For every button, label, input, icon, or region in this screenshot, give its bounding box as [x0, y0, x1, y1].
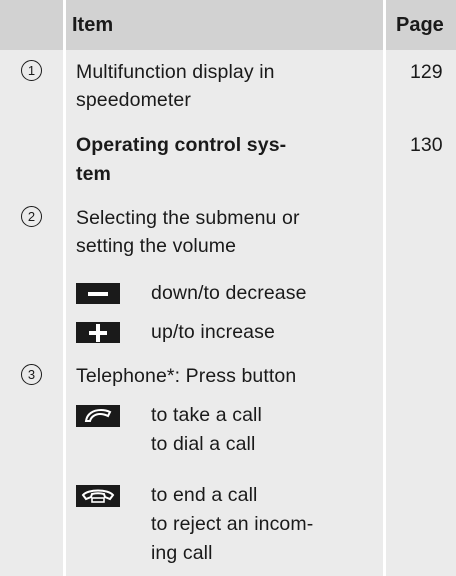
column-separator: [383, 0, 386, 576]
plus-key-icon: [76, 322, 120, 343]
callout-marker: 3: [21, 364, 42, 385]
row-text: to dial a call: [151, 433, 256, 455]
row-text: Telephone*: Press button: [76, 365, 297, 387]
row-text: down/to decrease: [151, 282, 307, 304]
page-number: 129: [410, 61, 443, 83]
callout-marker: 2: [21, 206, 42, 227]
row-text: setting the volume: [76, 235, 237, 257]
row-heading: tem: [76, 163, 111, 185]
callout-marker: 1: [21, 60, 42, 81]
phone-answer-icon: [76, 405, 120, 427]
column-header-item: Item: [72, 14, 114, 36]
column-separator: [63, 0, 66, 576]
row-text: to reject an incom-: [151, 513, 314, 535]
row-heading: Operating control sys-: [76, 134, 287, 156]
row-text: Multifunction display in: [76, 61, 275, 83]
phone-hangup-icon: [76, 485, 120, 507]
row-text: ing call: [151, 542, 213, 564]
row-text: up/to increase: [151, 321, 275, 343]
reference-table: Item Page 1 Multifunction display in spe…: [0, 0, 456, 576]
row-text: to take a call: [151, 404, 262, 426]
row-text: Selecting the submenu or: [76, 207, 300, 229]
row-text: to end a call: [151, 484, 258, 506]
row-text: speedometer: [76, 89, 191, 111]
column-header-page: Page: [396, 14, 444, 36]
minus-key-icon: [76, 283, 120, 304]
page-number: 130: [410, 134, 443, 156]
table-header: Item Page: [0, 0, 456, 50]
